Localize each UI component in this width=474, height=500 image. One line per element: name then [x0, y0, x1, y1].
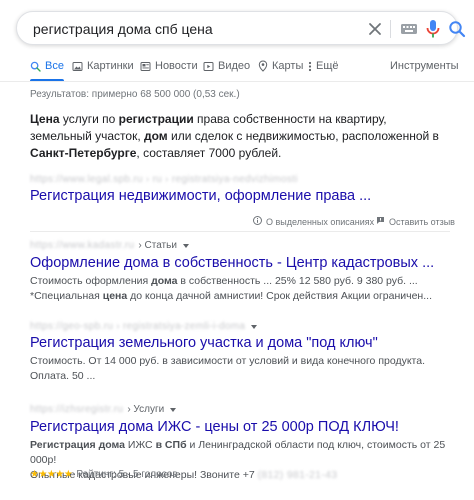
feedback-label: Оставить отзыв: [389, 216, 455, 227]
more-vert-icon: [308, 61, 312, 72]
desc-text: дома: [151, 275, 178, 287]
tab-label: Видео: [218, 60, 251, 72]
search-icon: [30, 61, 41, 72]
image-icon: [72, 61, 83, 72]
search-bar-divider: [390, 20, 391, 38]
search-input[interactable]: регистрация дома спб цена: [33, 21, 213, 37]
desc-text: Стоимость оформления: [30, 275, 152, 287]
map-pin-icon: [258, 60, 268, 72]
star-rating-icon: ★★★★★: [30, 469, 73, 480]
tab-label: Новости: [155, 60, 198, 72]
about-featured-snippets[interactable]: О выделенных описаниях: [253, 216, 374, 227]
section-divider: [30, 231, 450, 232]
tab-label: Картинки: [87, 60, 134, 72]
chevron-down-icon[interactable]: [251, 324, 258, 329]
phone-number: (812) 981-21-43: [257, 469, 338, 481]
video-icon: [203, 61, 214, 72]
tab-label: Инструменты: [390, 60, 459, 72]
chevron-down-icon[interactable]: [170, 407, 177, 412]
result-stats: Результатов: примерно 68 500 000 (0,53 с…: [30, 89, 240, 100]
keyboard-icon[interactable]: [399, 20, 419, 38]
featured-snippet: Цена услуги по регистрации права собстве…: [30, 111, 450, 162]
desc-text: до конца дачной амнистии! Срок действия …: [127, 290, 432, 302]
desc-text: в собственность ... 25% 12 580 руб. 9 38…: [177, 275, 418, 287]
tab-label: Ещё: [316, 60, 339, 72]
result-url: https://geo-spb.ru › registratsiya-zemli…: [30, 321, 246, 332]
result-cite: https://www.legal.spb.ru › ru › registra…: [30, 174, 298, 185]
feedback-link[interactable]: Оставить отзыв: [376, 216, 455, 227]
desc-line: *Специальная цена до конца дачной амнист…: [30, 289, 450, 304]
tab-images[interactable]: Картинки: [72, 60, 134, 72]
tab-maps[interactable]: Карты: [258, 60, 303, 72]
result-cite: https://geo-spb.ru › registratsiya-zemli…: [30, 321, 258, 332]
desc-text: *Специальная: [30, 290, 103, 302]
search-bar[interactable]: регистрация дома спб цена: [16, 11, 466, 45]
desc-text: ИЖС: [125, 439, 156, 451]
result-url: https://www.kadastr.ru: [30, 240, 135, 251]
desc-line: Стоимость оформления дома в собственност…: [30, 274, 450, 289]
rating-label: Рейтинг: 5 · 5 голосов: [76, 469, 178, 480]
tab-all[interactable]: Все: [30, 60, 64, 72]
result-title-link[interactable]: Регистрация земельного участка и дома "п…: [30, 335, 378, 351]
result-breadcrumb: › Услуги: [127, 404, 165, 415]
desc-text: цена: [102, 290, 128, 302]
result-title-link[interactable]: Оформление дома в собственность - Центр …: [30, 255, 434, 271]
result-description: Стоимость оформления дома в собственност…: [30, 274, 450, 304]
result-description: Стоимость. От 14 000 руб. в зависимости …: [30, 354, 450, 384]
mic-icon[interactable]: [423, 18, 443, 40]
search-icon[interactable]: [447, 19, 467, 39]
search-tabs: Все Картинки Новости Видео Карты Ещё Инс…: [0, 56, 474, 82]
tab-more[interactable]: Ещё: [308, 60, 339, 72]
close-icon[interactable]: [364, 18, 386, 40]
tab-label: Карты: [272, 60, 304, 72]
result-cite: https://izhsregistr.ru › Услуги: [30, 404, 177, 415]
snippet-text: услуги по: [59, 112, 119, 126]
result-title-link[interactable]: Регистрация недвижимости, оформление пра…: [30, 188, 371, 204]
desc-text: в СПб: [155, 439, 187, 451]
result-cite: https://www.kadastr.ru › Статьи: [30, 240, 189, 251]
tab-tools[interactable]: Инструменты: [390, 60, 459, 72]
desc-line: Стоимость. От 14 000 руб. в зависимости …: [30, 355, 425, 367]
tabs-divider: [0, 81, 474, 82]
result-url: https://www.legal.spb.ru › ru › registra…: [30, 174, 298, 185]
snippet-text: дом: [144, 129, 168, 143]
desc-line: Оплата. 50 ...: [30, 370, 96, 382]
tab-video[interactable]: Видео: [203, 60, 250, 72]
about-label: О выделенных описаниях: [266, 216, 375, 227]
desc-text: Регистрация дома: [30, 439, 126, 451]
feedback-icon: [376, 216, 385, 227]
tab-label: Все: [45, 60, 64, 72]
snippet-text: , составляет 7000 рублей.: [136, 146, 282, 160]
result-title-link[interactable]: Регистрация дома ИЖС - цены от 25 000р П…: [30, 419, 399, 435]
result-breadcrumb: › Статьи: [138, 240, 177, 251]
snippet-text: Цена: [30, 112, 60, 126]
news-icon: [140, 61, 151, 72]
tab-news[interactable]: Новости: [140, 60, 198, 72]
snippet-text: регистрации: [118, 112, 194, 126]
snippet-text: Санкт-Петербурге: [30, 146, 137, 160]
chevron-down-icon[interactable]: [182, 243, 189, 248]
snippet-text: или сделок с недвижимостью, расположенно…: [167, 129, 439, 143]
desc-line: Регистрация дома ИЖС в СПб и Ленинградск…: [30, 438, 450, 468]
result-url: https://izhsregistr.ru: [30, 404, 124, 415]
help-icon: [253, 216, 262, 227]
rating: ★★★★★ Рейтинг: 5 · 5 голосов: [30, 469, 178, 480]
